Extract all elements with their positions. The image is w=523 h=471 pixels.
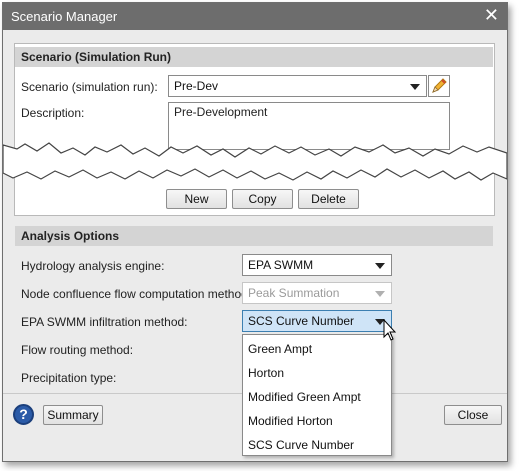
analysis-section-header: Analysis Options	[15, 226, 493, 246]
precipitation-type-label: Precipitation type:	[21, 371, 117, 385]
node-confluence-label: Node confluence flow computation method:	[21, 287, 252, 301]
hydrology-engine-select[interactable]: EPA SWMM	[242, 254, 392, 276]
chevron-down-icon	[410, 84, 420, 90]
scenario-run-value: Pre-Dev	[174, 79, 219, 93]
summary-button[interactable]: Summary	[43, 405, 103, 425]
dropdown-option-green-ampt[interactable]: Green Ampt	[248, 342, 312, 356]
mouse-pointer-icon	[383, 319, 397, 341]
help-icon[interactable]: ?	[13, 404, 34, 425]
edit-scenario-button[interactable]	[428, 75, 450, 97]
hydrology-engine-label: Hydrology analysis engine:	[21, 259, 165, 273]
window-title: Scenario Manager	[11, 9, 118, 24]
infiltration-method-select[interactable]: SCS Curve Number	[242, 310, 392, 332]
close-icon[interactable]: ✕	[484, 5, 499, 26]
node-confluence-select: Peak Summation	[242, 282, 392, 304]
scenario-section-header: Scenario (Simulation Run)	[15, 47, 493, 67]
hydrology-engine-value: EPA SWMM	[248, 258, 314, 272]
close-button[interactable]: Close	[444, 405, 502, 425]
flow-routing-label: Flow routing method:	[21, 343, 134, 357]
chevron-down-icon	[375, 291, 385, 297]
copy-button[interactable]: Copy	[232, 189, 293, 209]
scenario-run-select[interactable]: Pre-Dev	[168, 75, 427, 97]
infiltration-method-label: EPA SWMM infiltration method:	[21, 315, 188, 329]
pencil-icon	[432, 78, 447, 93]
dropdown-option-scs-curve-number[interactable]: SCS Curve Number	[248, 438, 354, 452]
chevron-down-icon	[375, 263, 385, 269]
dropdown-option-modified-green-ampt[interactable]: Modified Green Ampt	[248, 390, 361, 404]
infiltration-method-dropdown: Green Ampt Horton Modified Green Ampt Mo…	[242, 334, 392, 456]
scenario-run-label: Scenario (simulation run):	[21, 80, 158, 94]
dropdown-option-modified-horton[interactable]: Modified Horton	[248, 414, 333, 428]
title-bar: Scenario Manager ✕	[3, 3, 507, 30]
node-confluence-value: Peak Summation	[248, 286, 340, 300]
description-label: Description:	[21, 106, 85, 120]
infiltration-method-value: SCS Curve Number	[248, 314, 355, 328]
new-button[interactable]: New	[166, 189, 227, 209]
scenario-manager-window: Scenario Manager ✕ Scenario (Simulation …	[2, 2, 508, 462]
torn-edge-divider	[3, 142, 507, 181]
delete-button[interactable]: Delete	[298, 189, 359, 209]
dropdown-option-horton[interactable]: Horton	[248, 366, 284, 380]
